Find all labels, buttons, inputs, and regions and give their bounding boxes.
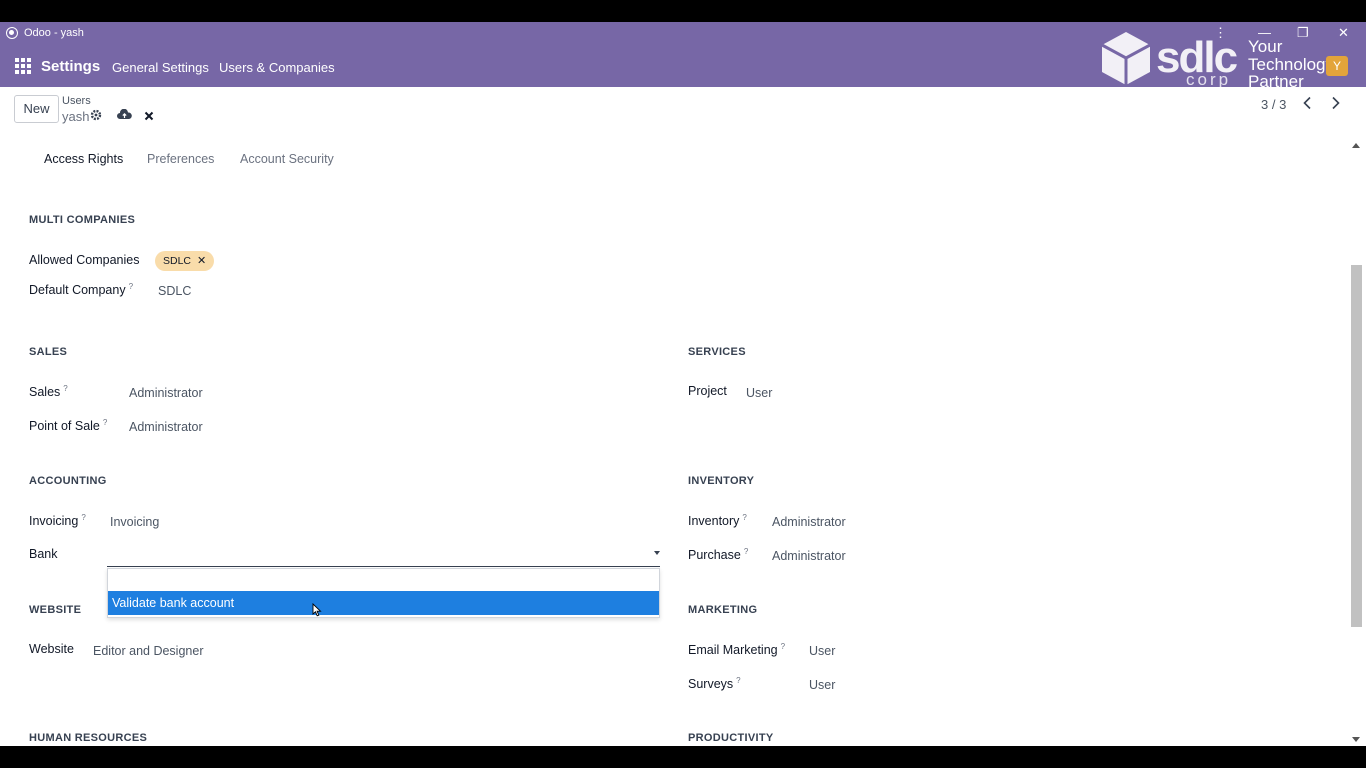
tab-account-security[interactable]: Account Security (240, 152, 334, 166)
inventory-label: Inventory? (688, 513, 747, 529)
company-tag: SDLC ✕ (155, 251, 215, 271)
pos-label: Point of Sale? (29, 418, 108, 434)
help-icon[interactable]: ? (103, 418, 107, 427)
website-label: Website (29, 642, 74, 656)
tab-access-rights[interactable]: Access Rights (44, 152, 123, 166)
default-company-value[interactable]: SDLC (158, 284, 191, 298)
odoo-app-icon (6, 27, 18, 39)
pager-next-icon[interactable] (1331, 96, 1341, 113)
logo-line-1: Your (1248, 37, 1283, 56)
project-value[interactable]: User (746, 386, 772, 400)
section-productivity: PRODUCTIVITY (688, 732, 774, 744)
pager-value[interactable]: 3 / 3 (1261, 97, 1286, 112)
section-services: SERVICES (688, 346, 746, 358)
breadcrumb-current: yash (62, 109, 90, 124)
surveys-label: Surveys? (688, 676, 741, 692)
section-human-resources: HUMAN RESOURCES (29, 732, 148, 744)
tab-preferences[interactable]: Preferences (147, 152, 214, 166)
inventory-value[interactable]: Administrator (772, 515, 846, 529)
website-value[interactable]: Editor and Designer (93, 644, 203, 658)
section-website: WEBSITE (29, 604, 82, 616)
sdlc-corp-logo: sdlc corp Your Technology Partner Y (1098, 30, 1348, 90)
bank-dropdown-menu: Validate bank account (107, 568, 660, 618)
discard-x-icon[interactable] (144, 109, 154, 124)
sales-value[interactable]: Administrator (129, 386, 203, 400)
email-marketing-label: Email Marketing? (688, 642, 786, 658)
help-icon[interactable]: ? (742, 513, 746, 522)
purchase-label: Purchase? (688, 547, 749, 563)
section-multi-companies: MULTI COMPANIES (29, 214, 136, 226)
scroll-up-icon[interactable] (1352, 143, 1360, 148)
invoicing-value[interactable]: Invoicing (110, 515, 159, 529)
dropdown-option-validate-bank-account[interactable]: Validate bank account (108, 591, 659, 615)
gear-icon[interactable] (90, 109, 102, 124)
surveys-value[interactable]: User (809, 678, 835, 692)
section-accounting: ACCOUNTING (29, 475, 107, 487)
apps-grid-icon[interactable] (15, 58, 31, 74)
bank-select[interactable] (107, 545, 660, 567)
project-label: Project (688, 384, 727, 398)
form-view: New Users yash 3 / 3 Access Rights Prefe… (0, 87, 1366, 746)
remove-tag-icon[interactable]: ✕ (197, 255, 206, 267)
default-company-label: Default Company? (29, 282, 134, 298)
help-icon[interactable]: ? (129, 282, 133, 291)
help-icon[interactable]: ? (744, 547, 748, 556)
pos-value[interactable]: Administrator (129, 420, 203, 434)
window-title: Odoo - yash (24, 27, 84, 39)
bank-label: Bank (29, 547, 58, 561)
help-icon[interactable]: ? (736, 676, 740, 685)
purchase-value[interactable]: Administrator (772, 549, 846, 563)
invoicing-label: Invoicing? (29, 513, 86, 529)
new-button[interactable]: New (14, 95, 59, 123)
nav-general-settings[interactable]: General Settings (112, 60, 209, 75)
section-sales: SALES (29, 346, 68, 358)
scrollbar-thumb[interactable] (1351, 265, 1362, 627)
email-marketing-value[interactable]: User (809, 644, 835, 658)
mouse-pointer-icon (312, 603, 322, 617)
section-marketing: MARKETING (688, 604, 758, 616)
user-avatar[interactable]: Y (1326, 56, 1348, 76)
nav-users-companies[interactable]: Users & Companies (219, 60, 335, 75)
pager-previous-icon[interactable] (1302, 96, 1312, 113)
nav-brand-settings[interactable]: Settings (41, 58, 100, 75)
scroll-down-icon[interactable] (1352, 737, 1360, 742)
help-icon[interactable]: ? (63, 384, 67, 393)
sales-label: Sales? (29, 384, 68, 400)
save-cloud-icon[interactable] (117, 108, 132, 124)
breadcrumb-users[interactable]: Users (62, 95, 91, 107)
help-icon[interactable]: ? (81, 513, 85, 522)
caret-down-icon[interactable] (654, 551, 660, 555)
logo-line-2: Technology (1248, 55, 1335, 74)
company-tag-label: SDLC (163, 255, 192, 267)
allowed-companies-label: Allowed Companies (29, 253, 140, 267)
help-icon[interactable]: ? (781, 642, 785, 651)
cube-logo-icon (1101, 32, 1151, 85)
section-inventory: INVENTORY (688, 475, 755, 487)
screen: Odoo - yash ⋮ — ❐ ✕ Settings General Set… (0, 0, 1366, 768)
